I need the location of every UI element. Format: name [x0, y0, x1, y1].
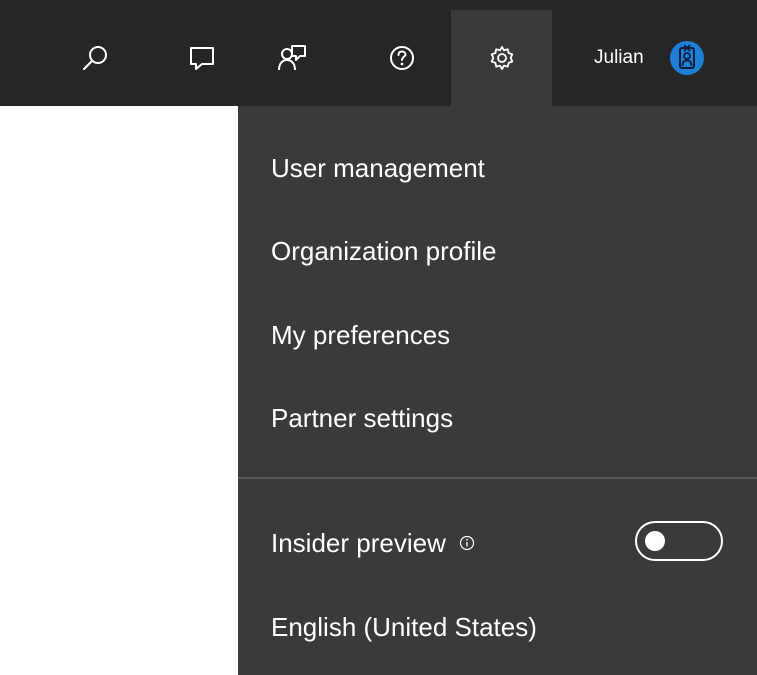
menu-item-partner-settings[interactable]: Partner settings — [271, 393, 453, 443]
settings-button[interactable] — [451, 10, 552, 106]
chat-button[interactable] — [172, 10, 232, 106]
info-icon[interactable] — [459, 535, 475, 551]
menu-item-organization-profile[interactable]: Organization profile — [271, 226, 496, 276]
menu-item-user-management[interactable]: User management — [271, 143, 485, 193]
top-navigation-bar: Julian — [0, 0, 757, 106]
feedback-icon — [278, 45, 306, 71]
user-account-button[interactable]: Julian — [552, 10, 757, 106]
user-name: Julian — [594, 47, 644, 68]
insider-preview-row: Insider preview — [271, 518, 475, 568]
badge-person-icon — [670, 41, 704, 75]
language-selector[interactable]: English (United States) — [271, 602, 537, 652]
menu-item-my-preferences[interactable]: My preferences — [271, 310, 450, 360]
menu-divider — [238, 477, 757, 479]
chat-icon — [190, 47, 214, 70]
search-button[interactable] — [65, 10, 125, 106]
help-button[interactable] — [372, 10, 432, 106]
settings-dropdown-menu: User management Organization profile My … — [238, 106, 757, 675]
search-icon — [82, 46, 107, 71]
help-icon — [390, 46, 414, 70]
insider-preview-toggle[interactable] — [635, 521, 723, 561]
feedback-button[interactable] — [262, 10, 322, 106]
settings-icon — [490, 46, 513, 70]
toggle-knob — [645, 531, 665, 551]
insider-preview-label: Insider preview — [271, 528, 446, 558]
